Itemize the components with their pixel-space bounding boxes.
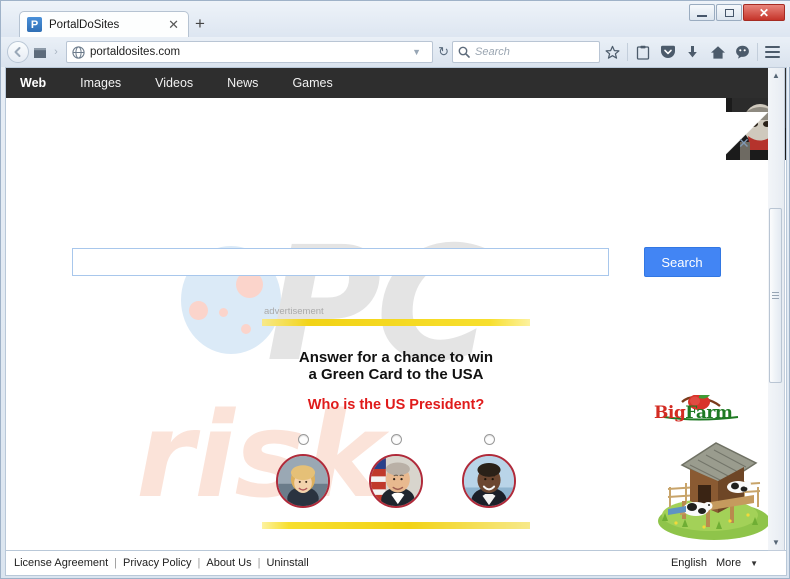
footer-link-privacy-policy[interactable]: Privacy Policy	[123, 557, 191, 569]
site-navigation: Web Images Videos News Games	[6, 68, 786, 98]
site-nav-news[interactable]: News	[227, 76, 258, 90]
site-nav-web[interactable]: Web	[20, 76, 46, 90]
url-bar[interactable]: portaldosites.com ▼	[66, 41, 434, 63]
radio-barack-obama[interactable]	[483, 434, 495, 445]
scroll-down-arrow-icon[interactable]: ▼	[769, 535, 784, 550]
reload-button[interactable]: ↻	[438, 44, 449, 60]
toolbar-separator	[627, 43, 628, 61]
close-window-button[interactable]: ✕	[743, 4, 785, 21]
footer-divider-2: |	[197, 557, 201, 569]
page-icon	[34, 47, 46, 58]
portrait-image-hillary	[278, 456, 328, 506]
page-actions-button[interactable]	[29, 46, 51, 59]
browser-search-placeholder: Search	[475, 46, 510, 58]
maximize-button[interactable]	[716, 4, 742, 21]
page-scrollbar[interactable]: ▲ ▼	[768, 67, 785, 551]
browser-search-box[interactable]: Search	[452, 41, 600, 63]
ad-bottom-divider	[262, 522, 530, 529]
footer-link-license-agreement[interactable]: License Agreement	[14, 557, 108, 569]
downloads-icon[interactable]	[680, 40, 705, 64]
pocket-icon[interactable]	[655, 40, 680, 64]
page-content: Web Images Videos News Games PC risk Sea…	[5, 67, 787, 551]
globe-icon	[72, 45, 85, 59]
site-nav-videos[interactable]: Videos	[155, 76, 193, 90]
footer-link-about-us[interactable]: About Us	[206, 557, 251, 569]
footer-divider-1: |	[114, 557, 118, 569]
scrollbar-grip-icon	[772, 292, 779, 299]
portrait-hillary-clinton[interactable]	[276, 454, 330, 508]
new-tab-button[interactable]: +	[195, 15, 205, 32]
toolbar-icons	[600, 40, 785, 64]
ad-headline-line2: a Green Card to the USA	[308, 366, 484, 383]
footer-right-controls: English More ▼	[671, 557, 778, 569]
tab-close-icon[interactable]: ✕	[166, 18, 181, 31]
url-text: portaldosites.com	[90, 46, 181, 58]
ad-headline-line1: Answer for a chance to win	[298, 349, 494, 366]
tab-title: PortalDoSites	[49, 18, 120, 31]
scrollbar-thumb[interactable]	[769, 208, 782, 383]
site-search-row: Search	[6, 247, 786, 277]
site-nav-images[interactable]: Images	[80, 76, 121, 90]
site-nav-games[interactable]: Games	[292, 76, 332, 90]
tab-favicon: P	[27, 17, 42, 32]
window-controls: ✕	[688, 4, 785, 21]
portrait-image-bush	[371, 456, 421, 506]
answer-option-hillary-clinton[interactable]	[276, 434, 330, 508]
toolbar-separator-2	[757, 43, 758, 61]
scrollbar-track[interactable]	[768, 83, 784, 535]
bookmark-star-icon[interactable]	[600, 40, 625, 64]
breadcrumb-chevron-icon: ›	[54, 46, 58, 58]
back-arrow-icon	[14, 47, 21, 57]
footer-more[interactable]: More	[716, 557, 741, 569]
site-search-button[interactable]: Search	[643, 247, 721, 277]
bigfarm-artwork	[652, 429, 772, 546]
footer-divider-3: |	[257, 557, 261, 569]
ad-headline: Answer for a chance to win a Green Card …	[6, 349, 786, 383]
url-dropdown-icon[interactable]: ▼	[412, 47, 421, 57]
radio-george-w-bush[interactable]	[390, 434, 402, 445]
close-icon: ✕	[758, 5, 770, 20]
footer-language[interactable]: English	[671, 557, 707, 569]
site-footer: License Agreement | Privacy Policy | Abo…	[5, 551, 787, 576]
corner-ad-close-icon[interactable]: ✕	[738, 136, 750, 150]
bigfarm-wordmark: BigFarm	[654, 403, 733, 423]
minimize-button[interactable]	[689, 4, 715, 21]
answer-option-barack-obama[interactable]	[462, 434, 516, 508]
ad-top-divider	[262, 319, 530, 326]
minimize-icon	[697, 14, 707, 17]
search-icon	[458, 46, 470, 58]
tab-strip: P PortalDoSites ✕ + ✕	[1, 1, 790, 37]
bigfarm-big-text: Big	[654, 403, 686, 423]
browser-window: P PortalDoSites ✕ + ✕ › portaldosites.co…	[0, 0, 790, 579]
reader-clipboard-icon[interactable]	[630, 40, 655, 64]
answer-option-george-w-bush[interactable]	[369, 434, 423, 508]
bigfarm-farm-text: Farm	[685, 403, 733, 423]
portrait-image-obama	[464, 456, 514, 506]
menu-hamburger-icon[interactable]	[760, 40, 785, 64]
home-icon[interactable]	[705, 40, 730, 64]
navigation-toolbar: › portaldosites.com ▼ ↻ Search	[1, 37, 790, 67]
radio-hillary-clinton[interactable]	[297, 434, 309, 445]
portrait-barack-obama[interactable]	[462, 454, 516, 508]
back-button[interactable]	[7, 41, 29, 63]
scroll-up-arrow-icon[interactable]: ▲	[769, 68, 784, 83]
portrait-george-w-bush[interactable]	[369, 454, 423, 508]
footer-link-uninstall[interactable]: Uninstall	[266, 557, 308, 569]
chat-icon[interactable]	[730, 40, 755, 64]
site-search-input[interactable]	[71, 248, 609, 276]
chevron-down-icon[interactable]: ▼	[750, 559, 758, 568]
browser-tab[interactable]: P PortalDoSites ✕	[19, 11, 189, 37]
bigfarm-logo: BigFarm	[652, 395, 750, 425]
bigfarm-advertisement[interactable]: BigFarm	[652, 395, 772, 546]
maximize-icon	[724, 8, 734, 17]
advertisement-label: advertisement	[264, 306, 324, 317]
